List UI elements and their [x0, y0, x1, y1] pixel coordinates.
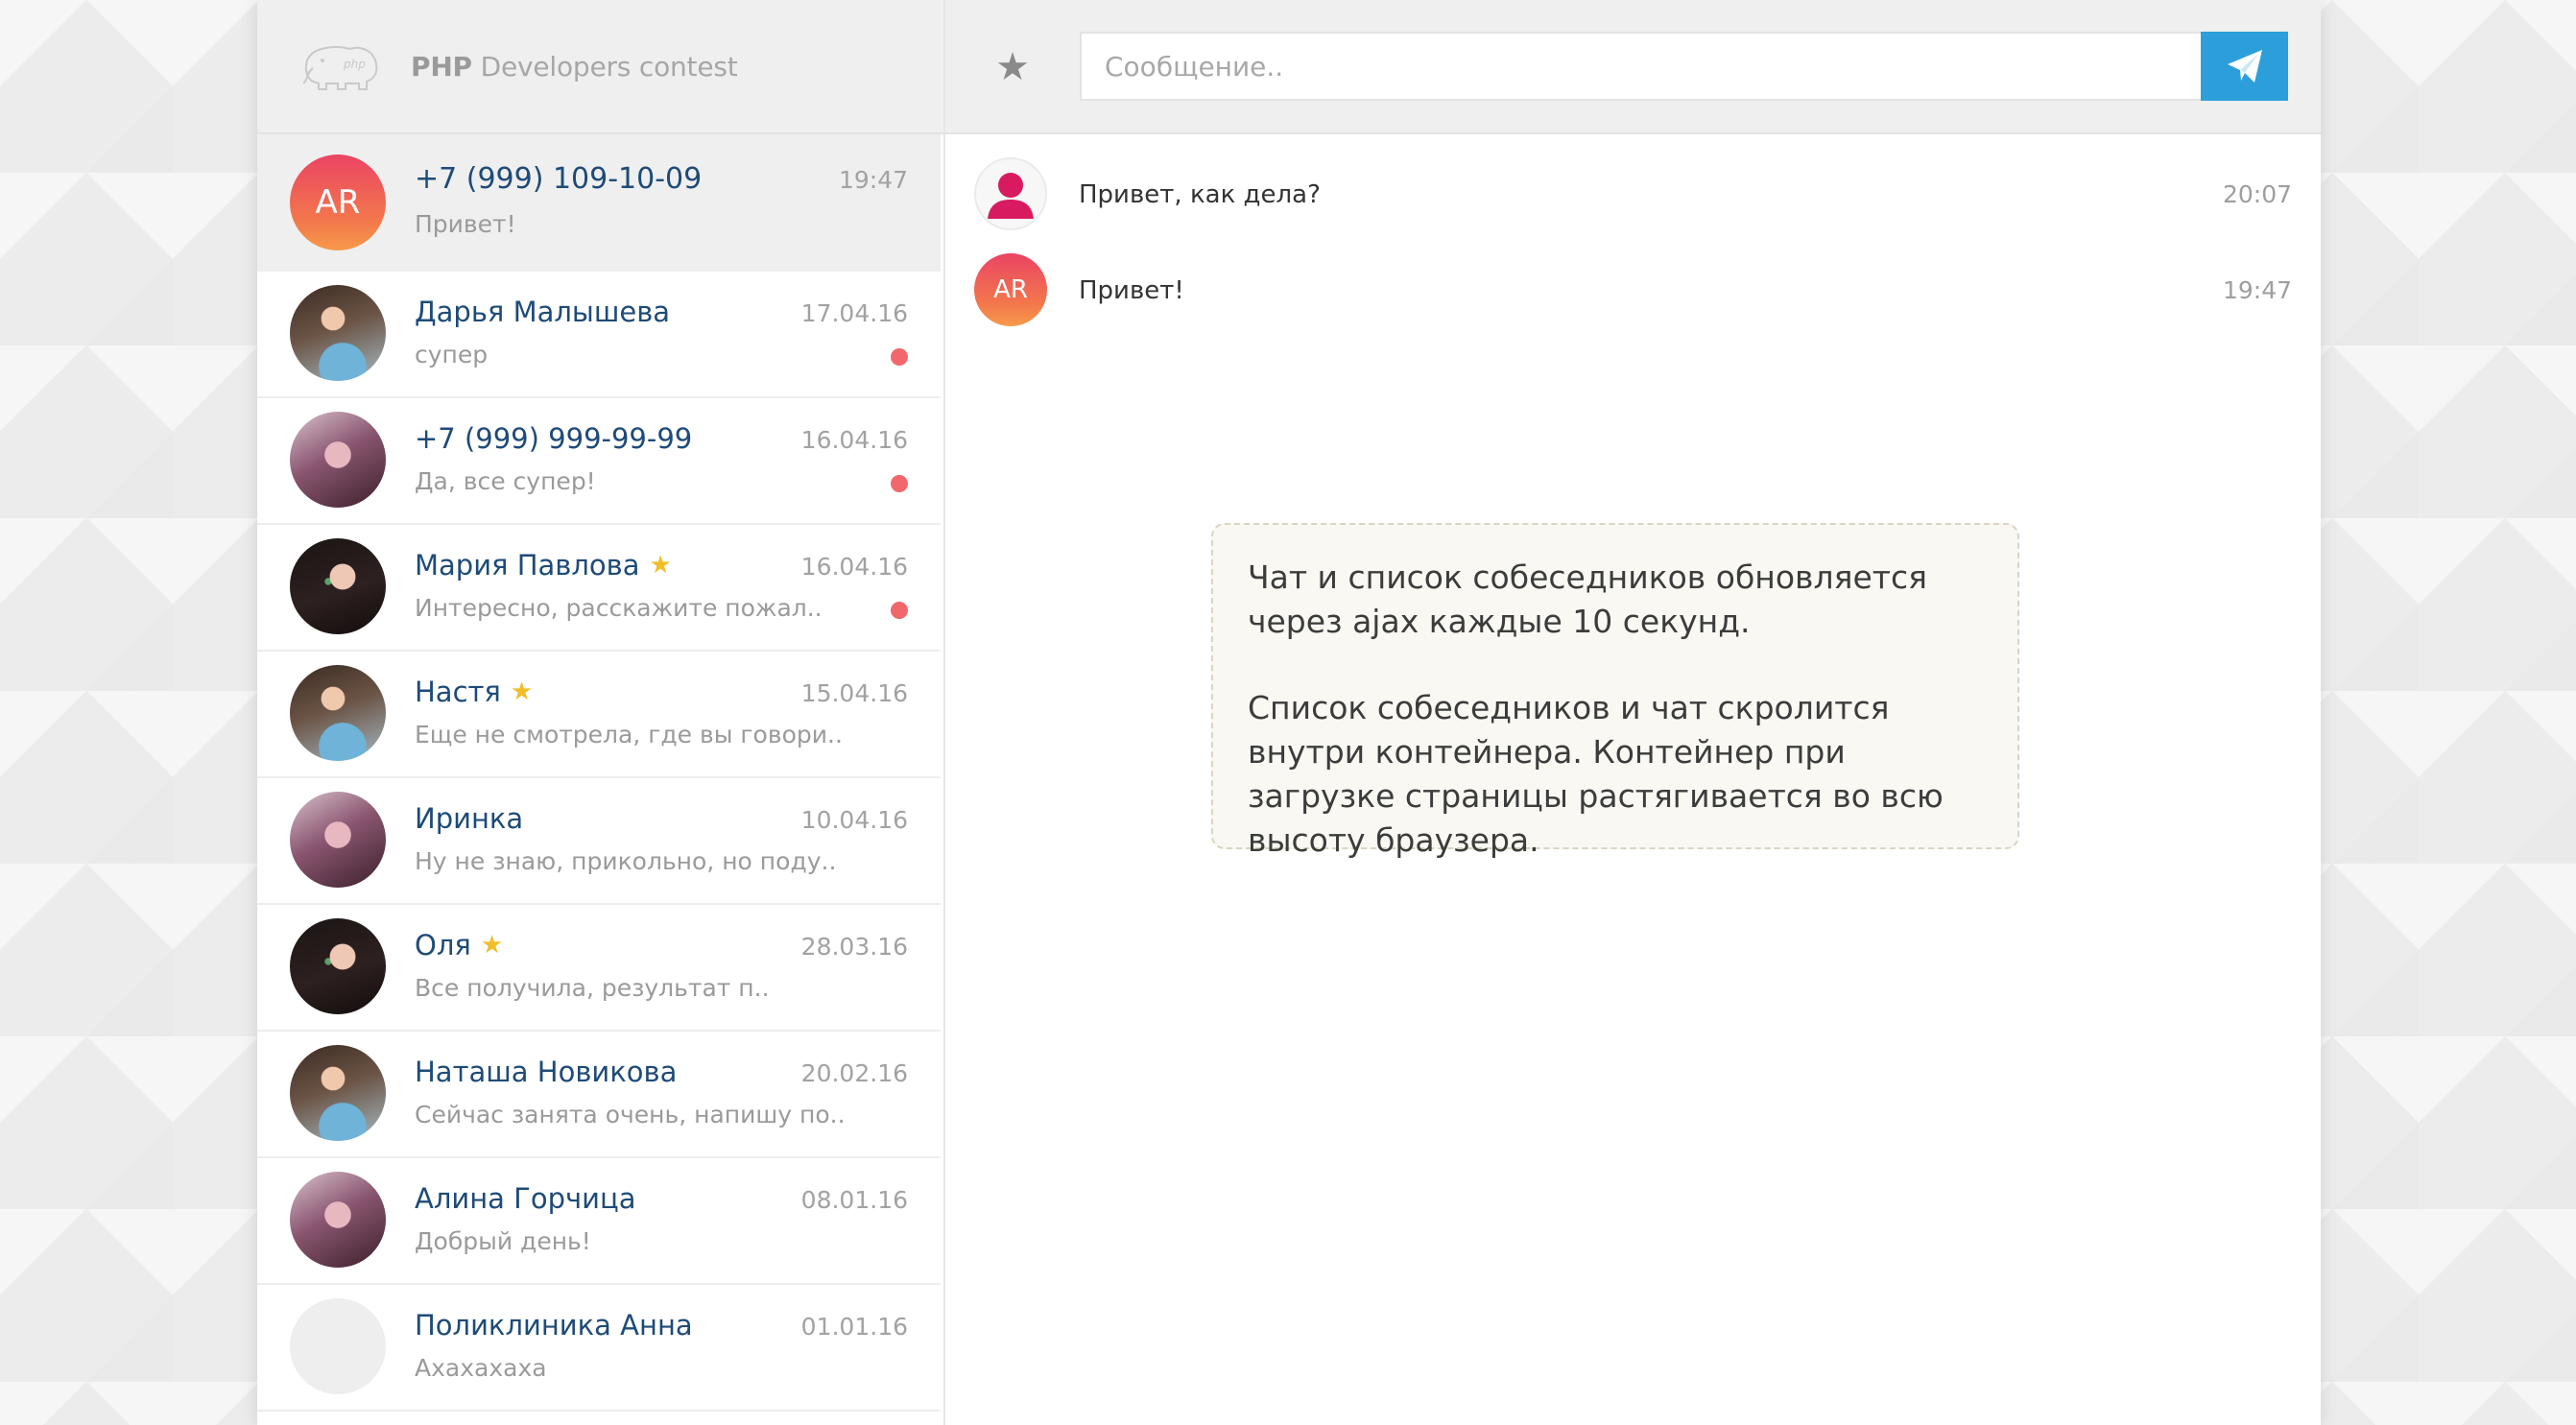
message-list: Привет, как дела? 20:07 AR Привет! 19:47 [945, 134, 2321, 326]
avatar [290, 412, 386, 508]
contact-time: 20.02.16 [800, 1059, 908, 1087]
info-note: Чат и список собеседников обновляется че… [1211, 523, 2019, 859]
message-text: Привет, как дела? [1079, 180, 1321, 209]
contact-name: +7 (999) 999-99-99 [415, 422, 693, 455]
contact-preview: Сейчас занята очень, напишу по.. [415, 1101, 846, 1128]
avatar: AR [290, 154, 386, 250]
contact-preview: Привет! [415, 210, 516, 238]
contact-time: 16.04.16 [800, 426, 908, 454]
message-item: AR Привет! 19:47 [945, 230, 2321, 326]
contact-name: Поликлиника Анна [415, 1309, 693, 1342]
contact-time: 10.04.16 [800, 806, 908, 834]
contact-name: Иринка [415, 802, 524, 835]
unread-indicator-icon [891, 602, 908, 619]
contact-item[interactable]: AR +7 (999) 109-10-09 19:47 Привет! [257, 134, 941, 272]
contact-name: Дарья Малышева [415, 296, 671, 328]
paper-plane-icon [2227, 50, 2262, 83]
contact-preview: Еще не смотрела, где вы говори.. [415, 721, 843, 748]
contact-name: Настя ★ [415, 676, 534, 708]
chat-panel: ★ Привет, как дела? 20:07 [945, 0, 2321, 1425]
contact-preview: Добрый день! [415, 1227, 591, 1255]
contact-item[interactable]: Поликлиника Анна 01.01.16 Ахахахаха [257, 1285, 941, 1412]
message-item: Привет, как дела? 20:07 [945, 134, 2321, 230]
contact-time: 28.03.16 [800, 933, 908, 961]
contact-time: 19:47 [838, 166, 908, 194]
avatar [290, 1045, 386, 1141]
contact-name: +7 (999) 109-10-09 [415, 162, 703, 196]
favorite-star-icon[interactable]: ★ [993, 48, 1032, 86]
contact-item[interactable]: Мария Павлова ★ 16.04.16 Интересно, расск… [257, 525, 941, 652]
message-text: Привет! [1079, 276, 1184, 305]
contact-time: 15.04.16 [800, 679, 908, 707]
avatar: AR [974, 253, 1047, 326]
unread-indicator-icon [891, 475, 908, 492]
contact-item[interactable]: Настя ★ 15.04.16 Еще не смотрела, где вы … [257, 652, 941, 778]
contact-name: Наташа Новикова [415, 1056, 678, 1088]
avatar [290, 792, 386, 888]
contact-item[interactable]: +7 (999) 999-99-99 16.04.16 Да, все супе… [257, 398, 941, 525]
avatar [290, 1172, 386, 1268]
send-button[interactable] [2201, 32, 2288, 101]
contact-preview: Ахахахаха [415, 1354, 547, 1382]
contact-preview: Да, все супер! [415, 467, 596, 495]
contact-name: Оля ★ [415, 929, 504, 962]
contact-preview: супер [415, 341, 489, 368]
contact-preview: Интересно, расскажите пожал.. [415, 594, 823, 622]
contact-name: Алина Горчица [415, 1182, 636, 1215]
contact-item[interactable]: Наташа Новикова 20.02.16 Сейчас занята о… [257, 1032, 941, 1158]
contact-item[interactable]: Иринка 10.04.16 Ну не знаю, прикольно, н… [257, 778, 941, 905]
avatar [290, 918, 386, 1014]
avatar [290, 285, 386, 381]
contacts-sidebar: php PHP Developers contest AR +7 (999) 1… [257, 0, 945, 1425]
message-time: 20:07 [2222, 180, 2292, 208]
contact-time: 17.04.16 [800, 299, 908, 327]
message-input[interactable] [1080, 32, 2201, 101]
avatar [290, 538, 386, 634]
contact-name: Мария Павлова ★ [415, 549, 672, 582]
message-time: 19:47 [2222, 276, 2292, 304]
messenger-window: php PHP Developers contest AR +7 (999) 1… [257, 0, 2321, 1425]
avatar [290, 1298, 386, 1394]
contact-preview: Ну не знаю, прикольно, но поду.. [415, 847, 837, 875]
contact-time: 01.01.16 [800, 1313, 908, 1341]
avatar [290, 665, 386, 761]
contact-item[interactable]: Дарья Малышева 17.04.16 супер [257, 272, 941, 398]
contact-item[interactable]: Оля ★ 28.03.16 Все получила, результат п.… [257, 905, 941, 1032]
svg-text:php: php [343, 58, 366, 71]
unread-indicator-icon [891, 348, 908, 366]
contact-preview: Все получила, результат п.. [415, 974, 770, 1002]
contact-time: 08.01.16 [800, 1186, 908, 1214]
app-title: PHP Developers contest [411, 50, 738, 83]
contact-time: 16.04.16 [800, 553, 908, 581]
sidebar-header: php PHP Developers contest [257, 0, 943, 134]
star-icon: ★ [510, 677, 534, 706]
info-paragraph: Чат и список собеседников обновляется че… [1248, 558, 1927, 640]
chat-header: ★ [945, 0, 2321, 134]
info-paragraph: Список собеседников и чат скролится внут… [1248, 689, 1944, 859]
star-icon: ★ [649, 551, 672, 580]
user-icon [974, 157, 1047, 230]
contact-item[interactable]: Алина Горчица 08.01.16 Добрый день! [257, 1158, 941, 1285]
php-elephant-logo-icon: php [302, 46, 378, 90]
star-icon: ★ [480, 931, 504, 960]
